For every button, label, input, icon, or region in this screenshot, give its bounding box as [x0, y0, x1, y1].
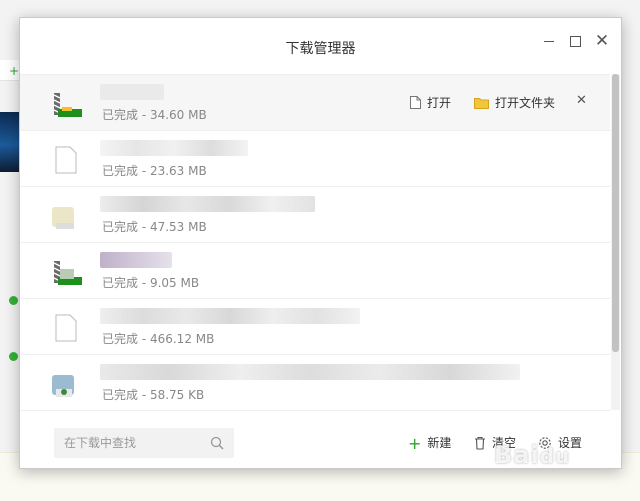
scrollbar-thumb[interactable]: [612, 74, 619, 352]
download-manager-window: 下载管理器 ✕ 已完成 - 34.60 MB 打开 打开文件夹 ✕ 已完成 - …: [19, 17, 622, 469]
download-item[interactable]: 已完成 - 23.63 MB: [20, 131, 610, 187]
open-file-button[interactable]: 打开: [410, 94, 451, 111]
installer-file-icon: [52, 375, 74, 397]
download-status: 已完成 - 23.63 MB: [102, 164, 207, 178]
download-item[interactable]: 已完成 - 47.53 MB: [20, 187, 610, 243]
new-download-button[interactable]: + 新建: [408, 434, 451, 453]
remove-item-icon[interactable]: ✕: [576, 93, 587, 108]
list-scrollbar[interactable]: [611, 74, 620, 410]
background-plus-icon: +: [9, 64, 20, 78]
maximize-icon[interactable]: [564, 30, 586, 52]
download-item[interactable]: 已完成 - 9.05 MB: [20, 243, 610, 299]
minimize-icon[interactable]: [538, 30, 560, 52]
file-name-redacted: [100, 140, 248, 156]
download-status: 已完成 - 34.60 MB: [102, 108, 207, 122]
window-title: 下载管理器: [285, 41, 356, 57]
download-status: 已完成 - 9.05 MB: [102, 276, 200, 290]
baidu-watermark-logo: Baidu: [494, 441, 571, 469]
document-file-icon: [55, 146, 77, 174]
download-item[interactable]: 已完成 - 58.75 KB: [20, 355, 610, 411]
close-icon[interactable]: ✕: [591, 30, 613, 52]
document-icon: [410, 96, 421, 109]
file-name-redacted: [100, 308, 360, 324]
search-icon[interactable]: [210, 436, 224, 450]
download-item[interactable]: 已完成 - 466.12 MB: [20, 299, 610, 355]
archive-file-icon: [53, 261, 82, 285]
download-item[interactable]: 已完成 - 34.60 MB 打开 打开文件夹 ✕: [20, 75, 610, 131]
plus-icon: +: [408, 434, 422, 453]
open-folder-button[interactable]: 打开文件夹: [474, 94, 555, 111]
file-name-redacted: [100, 84, 164, 100]
folder-icon: [474, 98, 489, 109]
download-status: 已完成 - 58.75 KB: [102, 388, 205, 402]
file-name-redacted: [100, 364, 520, 380]
search-input[interactable]: [54, 428, 214, 458]
search-box[interactable]: [54, 428, 234, 458]
download-status: 已完成 - 466.12 MB: [102, 332, 215, 346]
image-file-icon: [52, 207, 74, 229]
archive-file-icon: [53, 93, 82, 117]
file-name-redacted: [100, 196, 315, 212]
background-status-dot: [9, 352, 18, 361]
document-file-icon: [55, 314, 77, 342]
download-list: 已完成 - 34.60 MB 打开 打开文件夹 ✕ 已完成 - 23.63 MB: [20, 74, 610, 411]
file-name-redacted: [100, 252, 172, 268]
trash-icon: [475, 436, 485, 450]
title-bar: 下载管理器 ✕: [20, 18, 621, 74]
background-status-dot: [9, 296, 18, 305]
download-status: 已完成 - 47.53 MB: [102, 220, 207, 234]
